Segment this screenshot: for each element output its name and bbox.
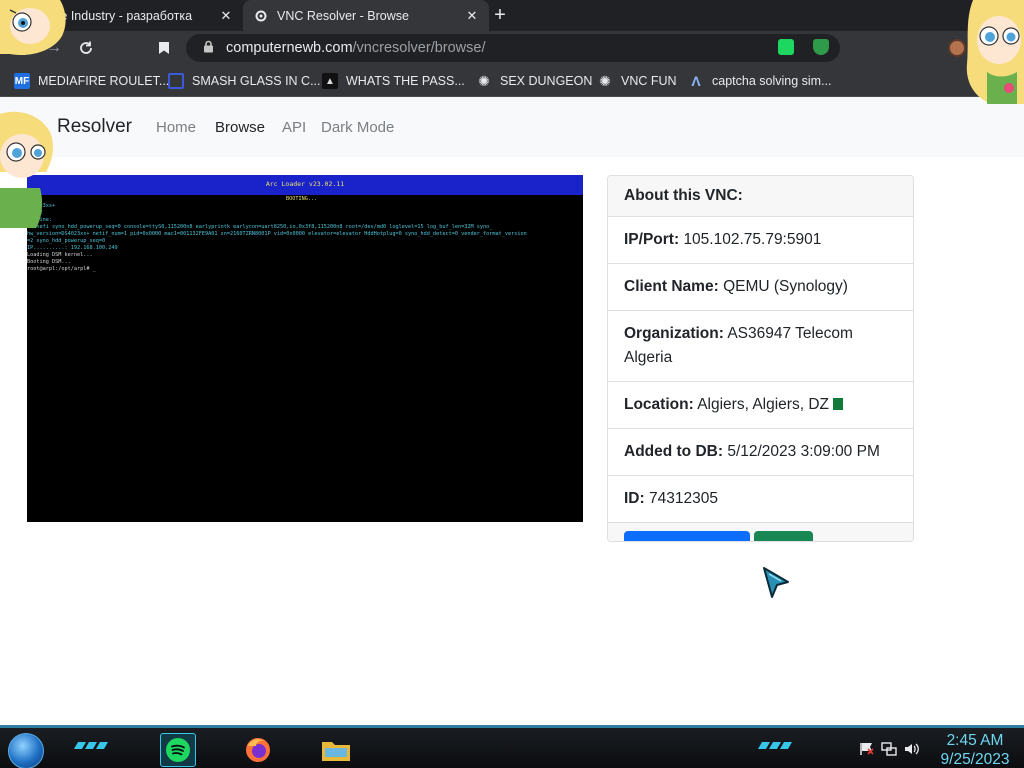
row-label: Added to DB: [624, 443, 724, 460]
volume-icon[interactable] [903, 741, 921, 757]
bookmark-label: MEDIAFIRE ROULET... [38, 74, 170, 88]
vnc-line: IP..........: 192.168.100.249 [27, 245, 118, 251]
url-text: computernewb.com/vncresolver/browse/ [226, 40, 486, 56]
bookmark-label: SMASH GLASS IN C... [192, 74, 321, 88]
row-label: Client Name: [624, 278, 719, 295]
bookmark-label: captcha solving sim... [712, 74, 832, 88]
new-tab-button[interactable]: + [488, 4, 512, 26]
url-path: /vncresolver/browse/ [352, 40, 486, 56]
row-ip-port: IP/Port: 105.102.75.79:5901 [608, 217, 913, 264]
vnc-screenshot: Arc Loader v23.02.11 BOOTING... DS4023xs… [27, 175, 583, 522]
tab-vnc-resolver[interactable]: VNC Resolver - Browse ✕ [243, 0, 489, 31]
bookmark-label: SEX DUNGEON [500, 74, 593, 88]
bookmark-smash-glass[interactable]: SMASH GLASS IN C... [168, 72, 321, 90]
close-tab-icon[interactable]: ✕ [461, 5, 483, 27]
shield-extension-icon[interactable] [813, 39, 829, 55]
row-label: ID: [624, 490, 645, 507]
taskbar-app-spotify[interactable] [160, 733, 196, 767]
site-navbar: Resolver Home Browse API Dark Mode [0, 97, 1024, 157]
character-sticker-top-left [0, 0, 70, 58]
row-label: Location: [624, 396, 694, 413]
bookmark-vnc-fun[interactable]: ✺ VNC FUN [597, 72, 677, 90]
start-button[interactable] [8, 733, 44, 768]
folder-icon [322, 742, 350, 761]
bookmark-whats-the-pass[interactable]: ▲ WHATS THE PASS... [322, 72, 465, 90]
address-bar[interactable]: computernewb.com/vncresolver/browse/ [186, 34, 840, 62]
vnc-booting-text: BOOTING... [286, 196, 318, 202]
nav-api[interactable]: API [282, 119, 306, 136]
spinner-icon: ✺ [599, 72, 611, 89]
bookmarks-bar: MF MEDIAFIRE ROULET... SMASH GLASS IN C.… [0, 65, 1024, 97]
nav-home[interactable]: Home [156, 119, 196, 136]
row-value: Algiers, Algiers, DZ [697, 396, 829, 413]
vnc-line: withefi syno_hdd_powerup_seq=0 console=t… [27, 224, 493, 230]
nav-browse[interactable]: Browse [215, 119, 265, 136]
vnc-line: Loading DSM kernel... [27, 252, 93, 258]
url-host: computernewb.com [226, 40, 353, 56]
bookmark-label: VNC FUN [621, 74, 677, 88]
taskbar-app-firefox[interactable] [240, 733, 276, 767]
web-page: Resolver Home Browse API Dark Mode Arc L… [0, 97, 1024, 725]
taskbar-accent-right [757, 742, 793, 750]
reload-icon[interactable] [74, 36, 98, 60]
browser-toolbar: ← → computernewb.com/vncresolver/browse/ [0, 31, 1024, 65]
system-clock[interactable]: 2:45 AM 9/25/2023 [930, 731, 1020, 768]
clock-date: 9/25/2023 [940, 751, 1010, 768]
spotify-icon [166, 738, 190, 762]
taskbar-app-file-explorer[interactable] [318, 733, 354, 767]
bookmark-label: WHATS THE PASS... [346, 74, 465, 88]
bookmark-captcha[interactable]: Λ captcha solving sim... [688, 72, 832, 90]
tab-title: VNC Resolver - Browse [277, 8, 409, 23]
smash-icon [168, 73, 184, 89]
bookmark-star-icon[interactable] [152, 36, 176, 60]
clock-time: 2:45 AM [946, 732, 1004, 749]
close-tab-icon[interactable]: ✕ [215, 5, 237, 27]
network-icon[interactable] [880, 741, 898, 757]
row-id: ID: 74312305 [608, 476, 913, 523]
copy-hardlink-button[interactable]: Copy Hardlink [624, 531, 750, 541]
row-label: IP/Port: [624, 231, 680, 248]
screen-root: ◎ Home Industry - разработка ✕ VNC Resol… [0, 0, 1024, 768]
row-location: Location: Algiers, Algiers, DZ [608, 382, 913, 429]
row-client-name: Client Name: QEMU (Synology) [608, 264, 913, 311]
card-title: About this VNC: [608, 176, 913, 217]
lock-square-icon: ▲ [322, 73, 338, 89]
spinner-icon: ✺ [478, 72, 490, 89]
vnc-line: hw_version=DS4023xs+ netif_num=1 pid=0x0… [27, 231, 527, 237]
next-button[interactable]: Next [754, 531, 813, 541]
row-value: 74312305 [648, 490, 718, 507]
bookmark-mediafire[interactable]: MF MEDIAFIRE ROULET... [14, 72, 169, 90]
lock-icon[interactable] [198, 40, 218, 56]
vnc-loader-title: Arc Loader v23.02.11 [265, 180, 345, 188]
vnc-line: =2 syno_hdd_powerup_seq=0 [27, 238, 106, 244]
mouse-cursor-icon [762, 566, 792, 600]
row-label: Organization: [624, 325, 724, 342]
bookmark-sex-dungeon[interactable]: ✺ SEX DUNGEON [476, 72, 592, 90]
lambda-icon: Λ [691, 73, 701, 89]
flag-icon [833, 398, 844, 410]
nav-dark-mode[interactable]: Dark Mode [321, 119, 394, 136]
row-organization: Organization: AS36947 Telecom Algeria [608, 311, 913, 382]
card-footer: Copy Hardlink Next [608, 523, 913, 541]
character-sticker-left [0, 110, 56, 228]
firefox-icon [246, 738, 270, 762]
vnc-line: Booting DSM... [27, 259, 71, 265]
row-value: 105.102.75.79:5901 [683, 231, 822, 248]
vnc-screen-header: Arc Loader v23.02.11 [27, 175, 583, 195]
site-brand[interactable]: Resolver [57, 116, 132, 138]
mediafire-icon: MF [14, 73, 30, 89]
row-value: 5/12/2023 3:09:00 PM [727, 443, 880, 460]
taskbar: 2:45 AM 9/25/2023 [0, 725, 1024, 768]
action-center-flag-icon[interactable] [858, 741, 876, 757]
extension-green-icon[interactable] [778, 39, 794, 55]
character-sticker-top-right [953, 0, 1024, 104]
taskbar-accent-left [73, 742, 109, 750]
gear-icon [253, 8, 269, 24]
vnc-line: root@arpl:/opt/arpl# _ [27, 266, 96, 272]
row-value: QEMU (Synology) [723, 278, 848, 295]
row-added-to-db: Added to DB: 5/12/2023 3:09:00 PM [608, 429, 913, 476]
vnc-info-card: About this VNC: IP/Port: 105.102.75.79:5… [607, 175, 914, 542]
browser-tab-strip: ◎ Home Industry - разработка ✕ VNC Resol… [0, 0, 1024, 31]
